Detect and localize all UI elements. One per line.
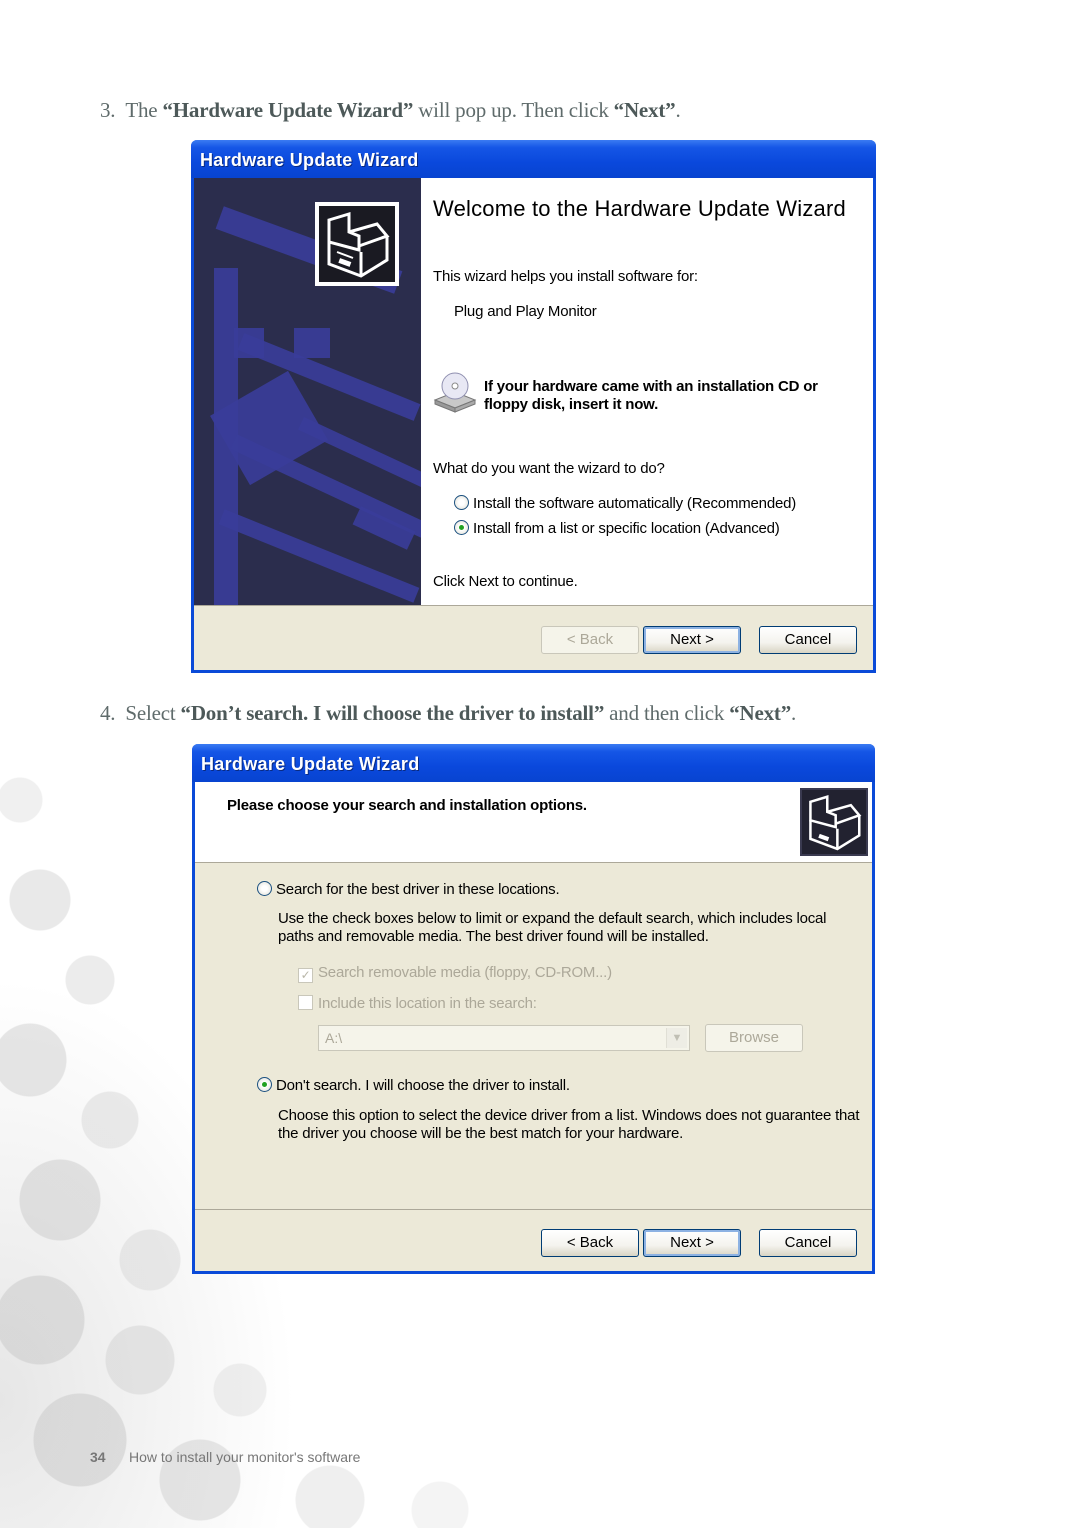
wizard-heading: Please choose your search and installati…: [227, 797, 587, 814]
continue-text: Click Next to continue.: [433, 573, 578, 590]
option-install-automatically[interactable]: Install the software automatically (Reco…: [454, 495, 796, 512]
window-title: Hardware Update Wizard: [191, 140, 876, 178]
hardware-update-wizard-welcome-window: Hardware Update Wizard Welcome to the Ha…: [191, 140, 876, 673]
step-3-instruction: 3. The “Hardware Update Wizard” will pop …: [100, 98, 681, 123]
step-text: will pop up. Then click: [413, 98, 614, 122]
wizard-sidebar-banner: [194, 178, 421, 605]
divider: [194, 605, 873, 606]
next-button[interactable]: Next >: [643, 626, 741, 654]
step-text-bold: “Don’t search. I will choose the driver …: [180, 701, 605, 725]
step-text-bold: “Next”: [729, 701, 791, 725]
step-text: Select: [125, 701, 181, 725]
cancel-button[interactable]: Cancel: [759, 1229, 857, 1257]
radio-button[interactable]: [257, 881, 272, 896]
device-name: Plug and Play Monitor: [454, 303, 597, 320]
cd-drive-icon: [433, 370, 477, 414]
step-text: The: [125, 98, 163, 122]
divider: [195, 1209, 872, 1210]
location-value: A:\: [325, 1030, 343, 1046]
radio-button-selected[interactable]: [454, 520, 469, 535]
option-label: Search for the best driver in these loca…: [276, 881, 560, 898]
checkbox-label: Search removable media (floppy, CD-ROM..…: [318, 964, 612, 981]
browse-button[interactable]: Browse: [705, 1024, 803, 1052]
option-label: Install the software automatically (Reco…: [473, 495, 797, 512]
radio-button[interactable]: [454, 495, 469, 510]
hardware-update-wizard-options-window: Hardware Update Wizard Please choose you…: [192, 744, 875, 1274]
cd-notice: If your hardware came with an installati…: [484, 378, 818, 413]
checkbox-search-removable-media[interactable]: ✓ Search removable media (floppy, CD-ROM.…: [298, 964, 612, 983]
hardware-icon: [800, 788, 868, 856]
step-text: .: [675, 98, 681, 122]
checkbox-checked[interactable]: ✓: [298, 968, 313, 983]
checkbox-label: Include this location in the search:: [318, 995, 537, 1012]
dont-search-description: Choose this option to select the device …: [278, 1107, 860, 1142]
step-4-instruction: 4. Select “Don’t search. I will choose th…: [100, 701, 796, 726]
chevron-down-icon[interactable]: ▼: [666, 1028, 687, 1048]
checkbox-include-location[interactable]: Include this location in the search:: [298, 995, 537, 1012]
page-number: 34: [90, 1449, 106, 1465]
next-button[interactable]: Next >: [643, 1229, 741, 1257]
option-install-from-list[interactable]: Install from a list or specific location…: [454, 520, 780, 537]
option-label: Don't search. I will choose the driver t…: [276, 1077, 570, 1094]
option-search-locations[interactable]: Search for the best driver in these loca…: [257, 881, 560, 898]
radio-button-selected[interactable]: [257, 1077, 272, 1092]
step-number: 4.: [100, 701, 116, 725]
step-number: 3.: [100, 98, 116, 122]
wizard-content-panel: Welcome to the Hardware Update Wizard Th…: [421, 178, 873, 605]
step-text-bold: “Next”: [613, 98, 676, 122]
checkbox-unchecked[interactable]: [298, 995, 313, 1010]
cancel-button[interactable]: Cancel: [759, 626, 857, 654]
location-combobox[interactable]: A:\ ▼: [318, 1025, 690, 1051]
option-label: Install from a list or specific location…: [473, 520, 780, 537]
step-text: .: [791, 701, 797, 725]
intro-text: This wizard helps you install software f…: [433, 268, 698, 285]
window-title: Hardware Update Wizard: [192, 744, 875, 782]
option-dont-search[interactable]: Don't search. I will choose the driver t…: [257, 1077, 570, 1094]
step-text-bold: “Hardware Update Wizard”: [162, 98, 414, 122]
question-text: What do you want the wizard to do?: [433, 460, 665, 477]
search-description: Use the check boxes below to limit or ex…: [278, 910, 827, 945]
back-button[interactable]: < Back: [541, 1229, 639, 1257]
wizard-header: Please choose your search and installati…: [195, 782, 872, 863]
section-title: How to install your monitor's software: [129, 1449, 361, 1465]
hardware-icon: [315, 202, 399, 286]
wizard-heading: Welcome to the Hardware Update Wizard: [433, 196, 846, 221]
back-button[interactable]: < Back: [541, 626, 639, 654]
step-text: and then click: [604, 701, 730, 725]
